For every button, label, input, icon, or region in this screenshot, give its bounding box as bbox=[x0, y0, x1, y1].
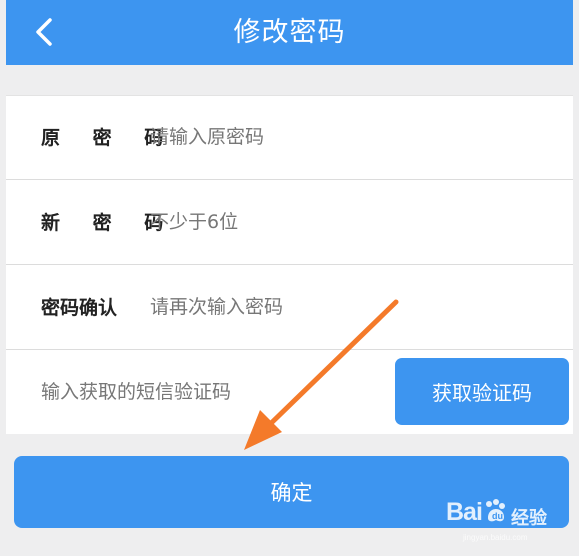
new-password-row: 新 密 码 bbox=[6, 181, 573, 265]
confirm-password-label: 密码确认 bbox=[41, 297, 118, 319]
confirm-password-row: 密码确认 bbox=[6, 266, 573, 350]
page-title: 修改密码 bbox=[233, 17, 346, 48]
top-bar: 修改密码 bbox=[6, 0, 573, 65]
password-form: 原 密 码 新 密 码 密码确认 获取验证码 bbox=[6, 95, 573, 434]
new-password-input[interactable] bbox=[150, 199, 540, 245]
get-verification-code-button[interactable]: 获取验证码 bbox=[395, 358, 569, 425]
change-password-screen: 修改密码 原 密 码 新 密 码 密码确认 获取验证码 确定 bbox=[6, 0, 573, 556]
sms-code-input[interactable] bbox=[41, 369, 371, 415]
confirm-password-input[interactable] bbox=[150, 284, 540, 330]
confirm-button[interactable]: 确定 bbox=[14, 456, 569, 528]
original-password-row: 原 密 码 bbox=[6, 96, 573, 180]
original-password-input[interactable] bbox=[150, 114, 540, 160]
